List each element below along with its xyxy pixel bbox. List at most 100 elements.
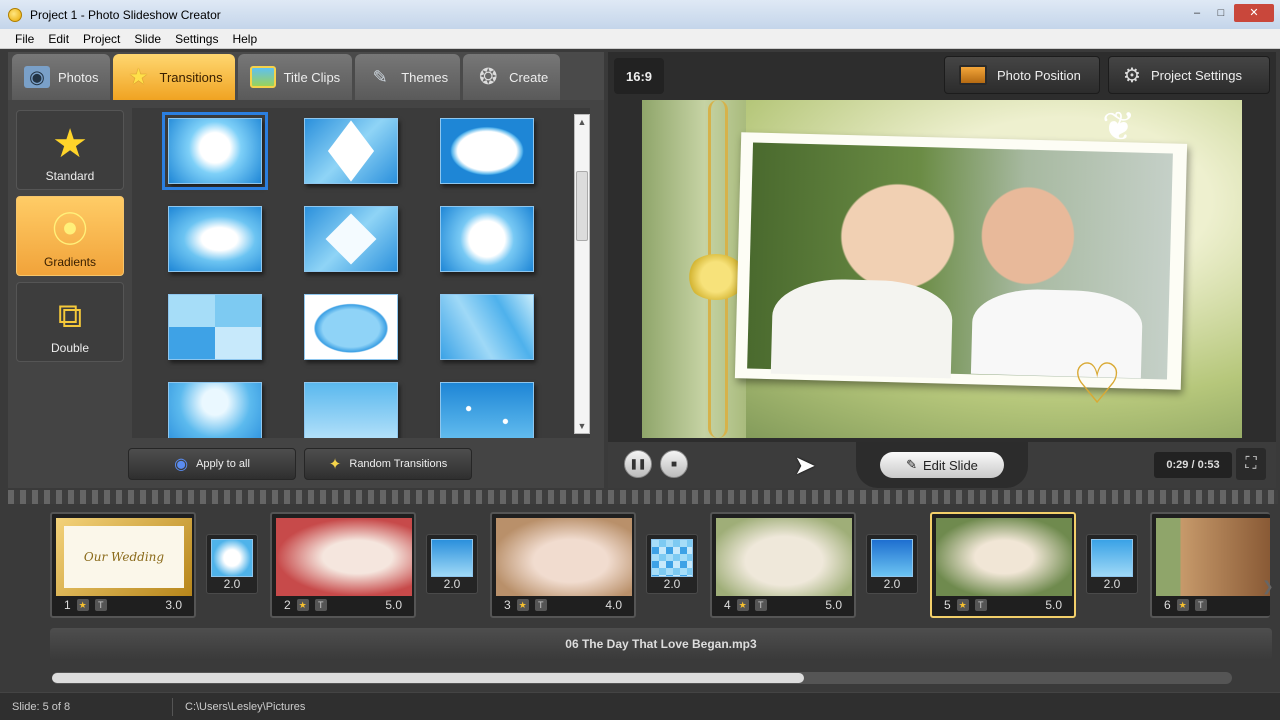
tab-create[interactable]: ❂ Create [463, 54, 561, 100]
scroll-down-icon[interactable]: ▼ [575, 419, 589, 433]
star-icon[interactable]: ★ [76, 599, 89, 611]
text-icon[interactable]: T [754, 599, 767, 611]
stop-icon: ■ [670, 458, 678, 470]
slide-timeline: Our Wedding 1 ★ T 3.0 2.0 2 ★ T 5.0 2.0 3 ★ T 4.0… [8, 490, 1278, 690]
preview-panel: 16:9 Photo Position ⚙ Project Settings ❦… [608, 52, 1276, 488]
slide-image [936, 518, 1072, 596]
text-icon[interactable]: T [94, 599, 107, 611]
maximize-button[interactable]: □ [1210, 4, 1232, 22]
transition-categories: ★ Standard ⦿ Gradients ⧉ Double [14, 108, 126, 484]
stop-button[interactable]: ■ [660, 450, 688, 478]
slide-counter: Slide: 5 of 8 [12, 700, 71, 713]
pause-button[interactable]: ❚❚ [624, 450, 652, 478]
transition-duration: 2.0 [223, 577, 241, 591]
window-title: Project 1 - Photo Slideshow Creator [30, 7, 221, 22]
text-icon[interactable]: T [534, 599, 547, 611]
slide-thumbnail-selected[interactable]: 5 ★ T 5.0 [930, 512, 1076, 618]
slide-thumbnail[interactable]: 4 ★ T 5.0 [710, 512, 856, 618]
slide-duration: 5.0 [825, 598, 842, 612]
slide-duration: 4.0 [605, 598, 622, 612]
category-label: Double [50, 341, 90, 355]
transition-swirl[interactable] [168, 206, 262, 272]
scroll-up-icon[interactable]: ▲ [575, 115, 589, 129]
transition-squares[interactable] [168, 294, 262, 360]
transition-thumbnail[interactable]: 2.0 [206, 534, 258, 594]
slide-thumbnail[interactable]: 2 ★ T 5.0 [270, 512, 416, 618]
tab-transitions[interactable]: ★ Transitions [113, 54, 235, 100]
tab-photos[interactable]: ◉ Photos [12, 54, 111, 100]
slide-thumbnail[interactable]: Our Wedding 1 ★ T 3.0 [50, 512, 196, 618]
menu-edit[interactable]: Edit [41, 32, 76, 46]
star-icon[interactable]: ★ [1176, 599, 1189, 611]
timeline-scroll-thumb[interactable] [52, 673, 804, 683]
random-transitions-button[interactable]: ✦ Random Transitions [304, 448, 472, 480]
transition-diamond[interactable] [304, 118, 398, 184]
category-gradients[interactable]: ⦿ Gradients [16, 196, 124, 276]
transition-scrollbar[interactable]: ▲ ▼ [574, 114, 590, 434]
fullscreen-button[interactable]: ⛶ [1236, 448, 1266, 480]
category-standard[interactable]: ★ Standard [16, 110, 124, 190]
transition-mosaic[interactable] [440, 294, 534, 360]
transition-thumbnail[interactable]: 2.0 [426, 534, 478, 594]
transition-soft-diamond[interactable] [304, 206, 398, 272]
transition-thumbnail[interactable]: 2.0 [646, 534, 698, 594]
transition-ellipse[interactable] [440, 118, 534, 184]
chevron-right-icon[interactable]: ❯ [1262, 578, 1274, 595]
transition-thumbnail[interactable]: 2.0 [866, 534, 918, 594]
dove-icon: ❦ [1102, 105, 1136, 149]
category-double[interactable]: ⧉ Double [16, 282, 124, 362]
aspect-ratio-button[interactable]: 16:9 [614, 58, 664, 94]
tab-label: Themes [401, 69, 449, 85]
mouse-cursor-icon: ➤ [794, 450, 816, 480]
filmstrip-border [8, 490, 1278, 504]
transition-rays[interactable] [168, 382, 262, 438]
random-transitions-label: Random Transitions [349, 458, 448, 470]
menu-help[interactable]: Help [225, 32, 264, 46]
camera-icon: ◉ [24, 66, 50, 88]
star-icon[interactable]: ★ [956, 599, 969, 611]
slide-thumbnail[interactable]: 3 ★ T 4.0 [490, 512, 636, 618]
slide-preview[interactable]: ❦ ♡ [642, 100, 1242, 438]
slide-number: 3 [504, 598, 511, 612]
transition-circle[interactable] [304, 294, 398, 360]
transition-duration: 2.0 [883, 577, 901, 591]
text-icon[interactable]: T [314, 599, 327, 611]
timeline-scrollbar[interactable] [52, 672, 1232, 684]
transition-heart[interactable]: ♥ [162, 112, 268, 190]
scroll-thumb[interactable] [576, 171, 588, 241]
star-icon[interactable]: ★ [296, 599, 309, 611]
menu-slide[interactable]: Slide [127, 32, 168, 46]
pause-icon: ❚❚ [629, 458, 647, 470]
minimize-button[interactable]: – [1186, 4, 1208, 22]
menu-project[interactable]: Project [76, 32, 127, 46]
edit-slide-button[interactable]: ✎ Edit Slide [880, 452, 1004, 478]
edit-slide-label: Edit Slide [922, 457, 978, 473]
tab-themes[interactable]: ✎ Themes [355, 54, 461, 100]
text-icon[interactable]: T [974, 599, 987, 611]
slide-duration: 3.0 [165, 598, 182, 612]
main-tabs: ◉ Photos ★ Transitions Title Clips ✎ The… [8, 52, 604, 100]
close-button[interactable]: ✕ [1234, 4, 1274, 22]
star-icon[interactable]: ★ [736, 599, 749, 611]
tab-title-clips[interactable]: Title Clips [237, 54, 353, 100]
gear-icon: ⚙ [1123, 64, 1141, 87]
project-settings-button[interactable]: ⚙ Project Settings [1108, 56, 1270, 94]
heart-icon: ♥ [199, 127, 223, 171]
transition-sparkles[interactable] [440, 382, 534, 438]
text-icon[interactable]: T [1194, 599, 1207, 611]
slide-thumbnail[interactable]: 6 ★ T [1150, 512, 1270, 618]
menu-settings[interactable]: Settings [168, 32, 225, 46]
photo-position-button[interactable]: Photo Position [944, 56, 1100, 94]
shield-icon: ◉ [174, 456, 189, 473]
slide-image [1156, 518, 1270, 596]
audio-track[interactable]: 06 The Day That Love Began.mp3 [50, 628, 1272, 660]
transition-thumbnail[interactable]: 2.0 [1086, 534, 1138, 594]
star-icon[interactable]: ★ [516, 599, 529, 611]
apply-to-all-button[interactable]: ◉ Apply to all [128, 448, 296, 480]
status-bar: Slide: 5 of 8 C:\Users\Lesley\Pictures [0, 692, 1280, 720]
app-icon [8, 7, 22, 22]
transition-star-burst[interactable] [440, 206, 534, 272]
brush-icon: ✎ [372, 66, 388, 87]
menu-file[interactable]: File [8, 32, 41, 46]
transition-fade[interactable] [304, 382, 398, 438]
